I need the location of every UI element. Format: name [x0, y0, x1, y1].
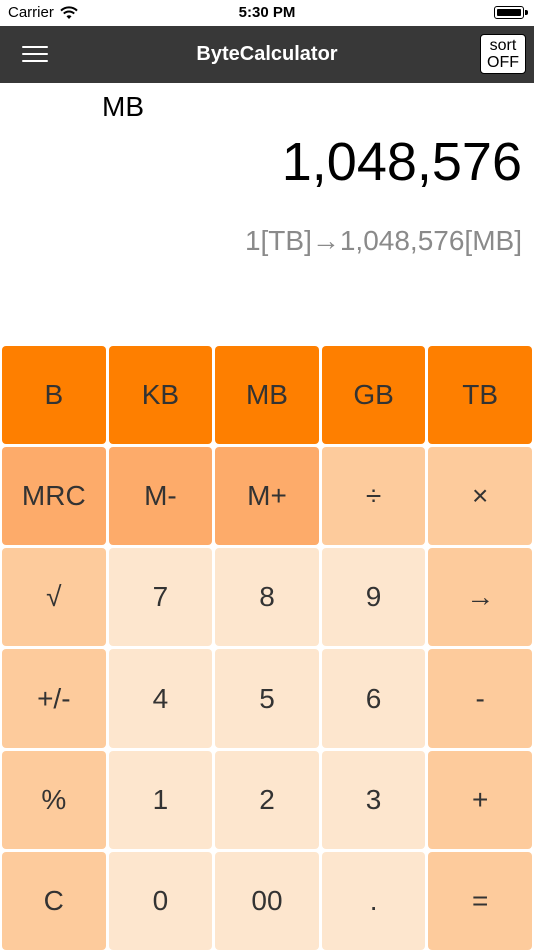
- key-clear[interactable]: C: [2, 851, 106, 950]
- key-unit-gb[interactable]: GB: [321, 346, 426, 445]
- key-unit-tb[interactable]: TB: [428, 346, 532, 445]
- app-title: ByteCalculator: [196, 43, 338, 65]
- key-digit-8[interactable]: 8: [215, 548, 319, 647]
- conversion-history: 1[TB]→1,048,576[MB]: [244, 225, 522, 256]
- key-digit-6[interactable]: 6: [321, 649, 426, 748]
- status-time: 5:30 PM: [238, 4, 296, 21]
- result-display: MB 1,048,576 1[TB]→1,048,576[MB]: [0, 83, 534, 345]
- key-memory-recall[interactable]: MRC: [2, 447, 106, 546]
- sort-label: sort: [489, 37, 517, 54]
- key-digit-2[interactable]: 2: [215, 750, 319, 849]
- result-value: 1,048,576: [281, 132, 522, 192]
- key-unit-mb[interactable]: MB: [215, 346, 319, 445]
- key-memory-minus[interactable]: M-: [108, 447, 213, 546]
- key-divide[interactable]: ÷: [321, 447, 426, 546]
- key-add[interactable]: +: [428, 750, 532, 849]
- status-bar: Carrier 5:30 PM: [0, 0, 534, 26]
- key-sqrt[interactable]: √: [2, 548, 106, 647]
- key-digit-4[interactable]: 4: [108, 649, 213, 748]
- key-digit-5[interactable]: 5: [215, 649, 319, 748]
- current-unit: MB: [102, 91, 144, 122]
- key-convert-arrow[interactable]: →: [428, 548, 532, 647]
- key-digit-3[interactable]: 3: [321, 750, 426, 849]
- sort-state: OFF: [487, 54, 519, 71]
- battery-icon: [494, 6, 528, 19]
- key-decimal[interactable]: .: [321, 851, 426, 950]
- key-digit-0[interactable]: 0: [108, 851, 213, 950]
- sort-toggle-button[interactable]: sort OFF: [480, 34, 526, 74]
- key-multiply[interactable]: ×: [428, 447, 532, 546]
- key-percent[interactable]: %: [2, 750, 106, 849]
- key-unit-kb[interactable]: KB: [108, 346, 213, 445]
- keypad: B KB MB GB TB MRC M- M+ ÷ × √ 7 8 9 → +/…: [0, 345, 534, 950]
- key-digit-7[interactable]: 7: [108, 548, 213, 647]
- key-unit-b[interactable]: B: [2, 346, 106, 445]
- key-plus-minus[interactable]: +/-: [2, 649, 106, 748]
- key-double-zero[interactable]: 00: [215, 851, 319, 950]
- key-memory-plus[interactable]: M+: [215, 447, 319, 546]
- navigation-bar: ByteCalculator sort OFF: [0, 26, 534, 83]
- key-digit-9[interactable]: 9: [321, 548, 426, 647]
- key-equals[interactable]: =: [428, 851, 532, 950]
- key-subtract[interactable]: -: [428, 649, 532, 748]
- key-digit-1[interactable]: 1: [108, 750, 213, 849]
